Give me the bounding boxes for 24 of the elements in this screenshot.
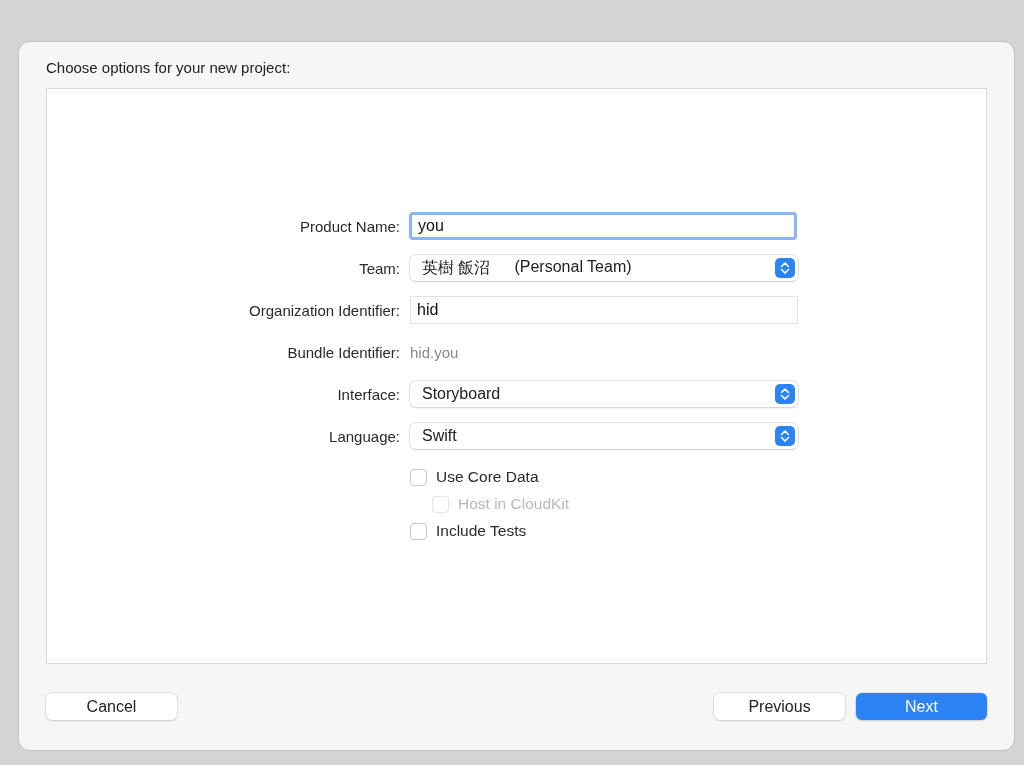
stepper-icon [775, 384, 795, 404]
stepper-icon [775, 258, 795, 278]
field-label: Product Name: [298, 217, 400, 235]
checkbox-label: Include Tests [436, 522, 527, 540]
bundle-identifier-value: hid.you [410, 343, 459, 361]
checkbox-label: Use Core Data [436, 468, 539, 486]
field-label: Bundle Identifier: [286, 343, 400, 361]
popup-menu[interactable]: Storyboard [410, 381, 798, 407]
text-field[interactable]: hid [410, 296, 798, 324]
text-field[interactable]: you [409, 212, 797, 240]
dialog-button[interactable]: Previous [714, 693, 845, 720]
dialog-button[interactable]: Cancel [46, 693, 177, 720]
checkbox[interactable] [410, 468, 427, 486]
dialog-button[interactable]: Next [856, 693, 987, 720]
checkbox-label: Host in CloudKit [458, 495, 570, 513]
stepper-icon [775, 426, 795, 446]
field-label: Language: [328, 427, 400, 445]
field-label: Organization Identifier: [248, 301, 400, 319]
popup-menu[interactable]: Swift [410, 423, 798, 449]
popup-menu[interactable]: 英樹 飯沼 (Personal Team) [410, 255, 798, 281]
field-label: Team: [358, 259, 400, 277]
checkbox[interactable] [410, 522, 427, 540]
dialog-title: Choose options for your new project: [46, 59, 292, 76]
field-label: Interface: [336, 385, 400, 403]
